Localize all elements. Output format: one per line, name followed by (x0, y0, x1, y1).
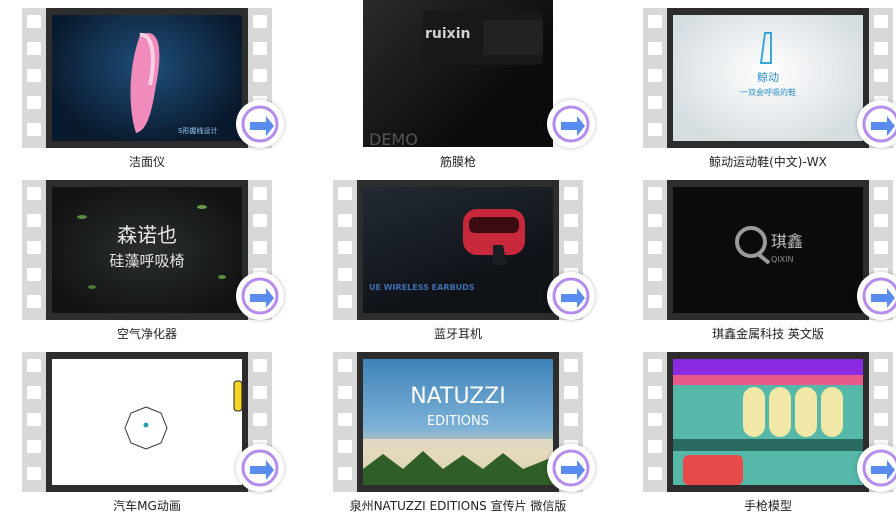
svg-text:ruixin: ruixin (425, 26, 470, 42)
video-item-8[interactable]: NATUZZI EDITIONS 泉州NATUZZI EDITIONS 宣传片 微… (333, 352, 595, 522)
film-strip: 鲸动 一双会呼吸的鞋 (643, 8, 893, 148)
play-arrow-icon[interactable] (236, 100, 284, 148)
video-caption: 筋膜枪 (439, 155, 476, 169)
svg-text:EDITIONS: EDITIONS (427, 414, 489, 429)
film-strip: NATUZZI EDITIONS (333, 352, 583, 492)
video-caption: 汽车MG动画 (113, 499, 181, 513)
thumbnail: UE WIRELESS EARBUDS (363, 187, 553, 313)
svg-text:UE WIRELESS EARBUDS: UE WIRELESS EARBUDS (369, 283, 475, 292)
video-caption: 手枪模型 (743, 499, 792, 513)
film-strip (22, 352, 272, 492)
video-caption: 鲸动运动鞋(中文)-WX (709, 155, 827, 169)
video-caption: 泉州NATUZZI EDITIONS 宣传片 微信版 (349, 499, 567, 513)
video-item-6[interactable]: 琪鑫 QIXIN 琪鑫金属科技 英文版 (643, 180, 896, 350)
film-strip: UE WIRELESS EARBUDS (333, 180, 583, 320)
play-arrow-icon[interactable] (547, 444, 595, 492)
video-item-3[interactable]: 鲸动一双会呼吸的鞋 鲸动运动鞋(中文)-WX (643, 8, 896, 178)
play-arrow-icon[interactable] (547, 272, 595, 320)
svg-text:森诺也: 森诺也 (117, 223, 177, 247)
svg-text:S形握线设计: S形握线设计 (178, 126, 217, 135)
play-arrow-icon[interactable] (547, 100, 595, 148)
film-strip: S形握线设计 (22, 8, 272, 148)
svg-text:DEMO: DEMO (369, 130, 418, 147)
play-arrow-icon[interactable] (236, 444, 284, 492)
svg-text:硅藻呼吸椅: 硅藻呼吸椅 (109, 252, 184, 270)
svg-text:NATUZZI: NATUZZI (410, 384, 506, 409)
thumbnail (52, 359, 242, 485)
video-item-9[interactable]: 手枪模型 (643, 352, 896, 522)
thumbnail: S形握线设计 (52, 15, 242, 141)
film-strip (643, 352, 893, 492)
play-arrow-icon[interactable] (857, 272, 896, 320)
svg-text:QIXIN: QIXIN (771, 255, 793, 264)
video-item-7[interactable]: 汽车MG动画 (22, 352, 284, 522)
video-caption: 洁面仪 (128, 155, 165, 169)
play-arrow-icon[interactable] (857, 100, 896, 148)
video-item-2[interactable]: ruixin DEMO 筋膜枪 (333, 0, 595, 178)
thumbnail: 鲸动 一双会呼吸的鞋 (673, 15, 863, 141)
film-strip: 森诺也 硅藻呼吸椅 (22, 180, 272, 320)
svg-text:鲸动: 鲸动 (757, 70, 779, 84)
svg-text:琪鑫: 琪鑫 (771, 232, 803, 251)
play-arrow-icon[interactable] (236, 272, 284, 320)
film-strip: 琪鑫 QIXIN (643, 180, 893, 320)
play-arrow-icon[interactable] (857, 444, 896, 492)
video-caption: 蓝牙耳机 (433, 327, 482, 341)
thumbnail (673, 359, 863, 485)
film-strip: ruixin DEMO (333, 0, 583, 148)
video-item-1[interactable]: S形握线设计 洁面仪 (22, 8, 284, 178)
thumbnail: 琪鑫 QIXIN (673, 187, 863, 313)
thumbnail: NATUZZI EDITIONS (363, 359, 553, 485)
thumbnail: ruixin DEMO (363, 0, 553, 147)
video-item-5[interactable]: UE WIRELESS EARBUDS 蓝牙耳机 (333, 180, 595, 350)
video-caption: 空气净化器 (116, 327, 177, 341)
video-item-4[interactable]: 森诺也硅藻呼吸椅 空气净化器 (22, 180, 284, 350)
thumbnail: 森诺也 硅藻呼吸椅 (52, 187, 242, 313)
svg-text:一双会呼吸的鞋: 一双会呼吸的鞋 (740, 87, 796, 97)
video-caption: 琪鑫金属科技 英文版 (712, 327, 824, 341)
